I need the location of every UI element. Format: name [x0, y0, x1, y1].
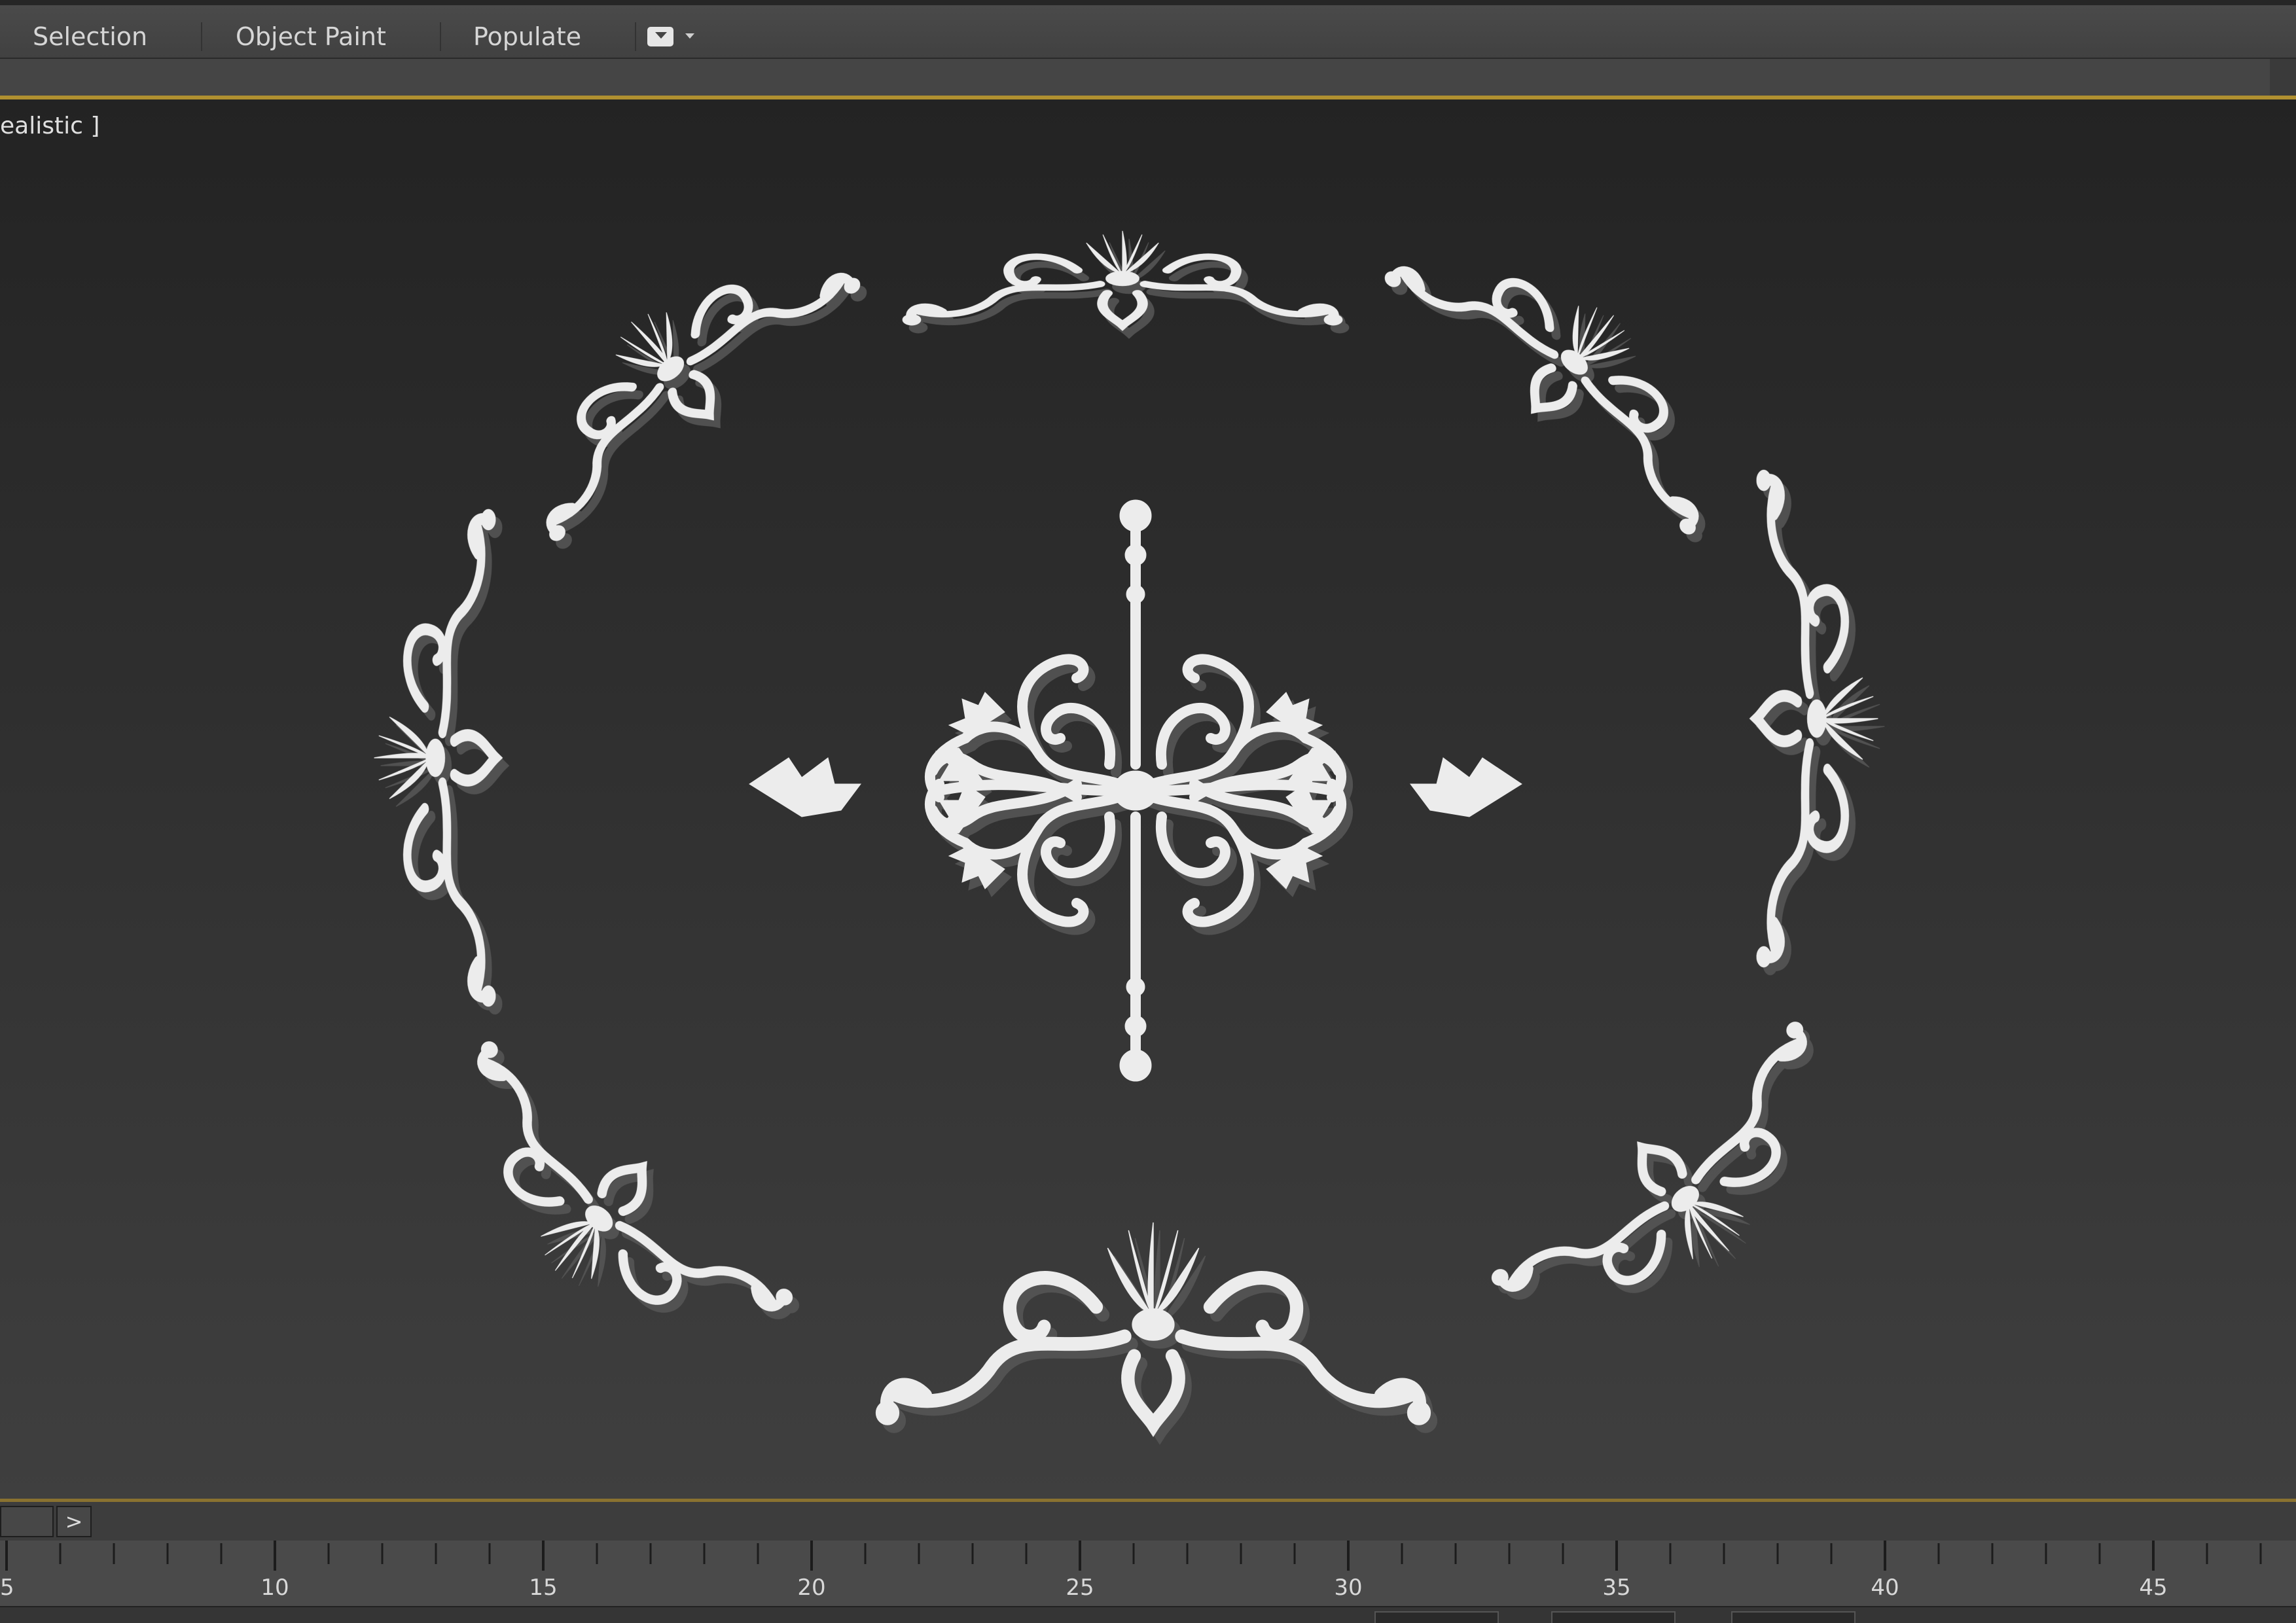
track-bar-frame-label: 35	[1602, 1575, 1631, 1601]
track-bar-frame-label: 45	[2139, 1575, 2168, 1601]
viewport-perspective[interactable]: ealistic ]	[0, 99, 2296, 1499]
track-bar[interactable]: 51015202530354045505560657075808590	[0, 1541, 2296, 1606]
ribbon-options-dropdown[interactable]	[645, 25, 700, 50]
ornament-bottom-left	[401, 1039, 795, 1400]
ornament-top-left	[478, 193, 863, 544]
ornament-scene	[0, 99, 2296, 1499]
ornament-bottom	[876, 1222, 1431, 1425]
ribbon-options-icon	[647, 27, 673, 46]
track-bar-frame-label: 25	[1066, 1575, 1094, 1601]
time-slider-next-button[interactable]: >	[56, 1506, 92, 1537]
track-bar-ticks	[5, 1541, 2262, 1571]
track-bar-frame-label: 40	[1871, 1575, 1899, 1601]
track-bar-frame-label: 20	[797, 1575, 826, 1601]
track-bar-frame-label: 30	[1334, 1575, 1363, 1601]
ornament-top-right	[1382, 187, 1767, 537]
coord-field-z[interactable]	[1731, 1611, 1856, 1623]
coord-field-y[interactable]	[1551, 1611, 1676, 1623]
tab-object-paint[interactable]: Object Paint	[236, 20, 441, 54]
status-bar	[0, 1606, 2296, 1623]
coord-field-x[interactable]	[1374, 1611, 1499, 1623]
chevron-down-icon	[685, 33, 694, 39]
ornament-bottom-right	[1488, 1019, 1882, 1380]
track-bar-frame-label: 5	[0, 1575, 14, 1601]
track-bar-frame-label: 15	[529, 1575, 558, 1601]
time-slider[interactable]: >	[0, 1499, 2296, 1541]
max-window: Selection Object Paint Populate ealistic…	[0, 0, 2296, 1623]
ribbon-tab-bar: Selection Object Paint Populate	[0, 0, 2296, 59]
time-slider-frame-box[interactable]	[0, 1506, 54, 1537]
ribbon-panel	[0, 59, 2296, 99]
tab-populate[interactable]: Populate	[473, 20, 637, 54]
ornament-center-medallion	[749, 499, 1522, 1082]
track-bar-frame-label: 10	[260, 1575, 289, 1601]
tab-selection[interactable]: Selection	[33, 20, 203, 54]
ornament-top	[903, 231, 1342, 325]
ornament-left	[374, 509, 495, 1006]
